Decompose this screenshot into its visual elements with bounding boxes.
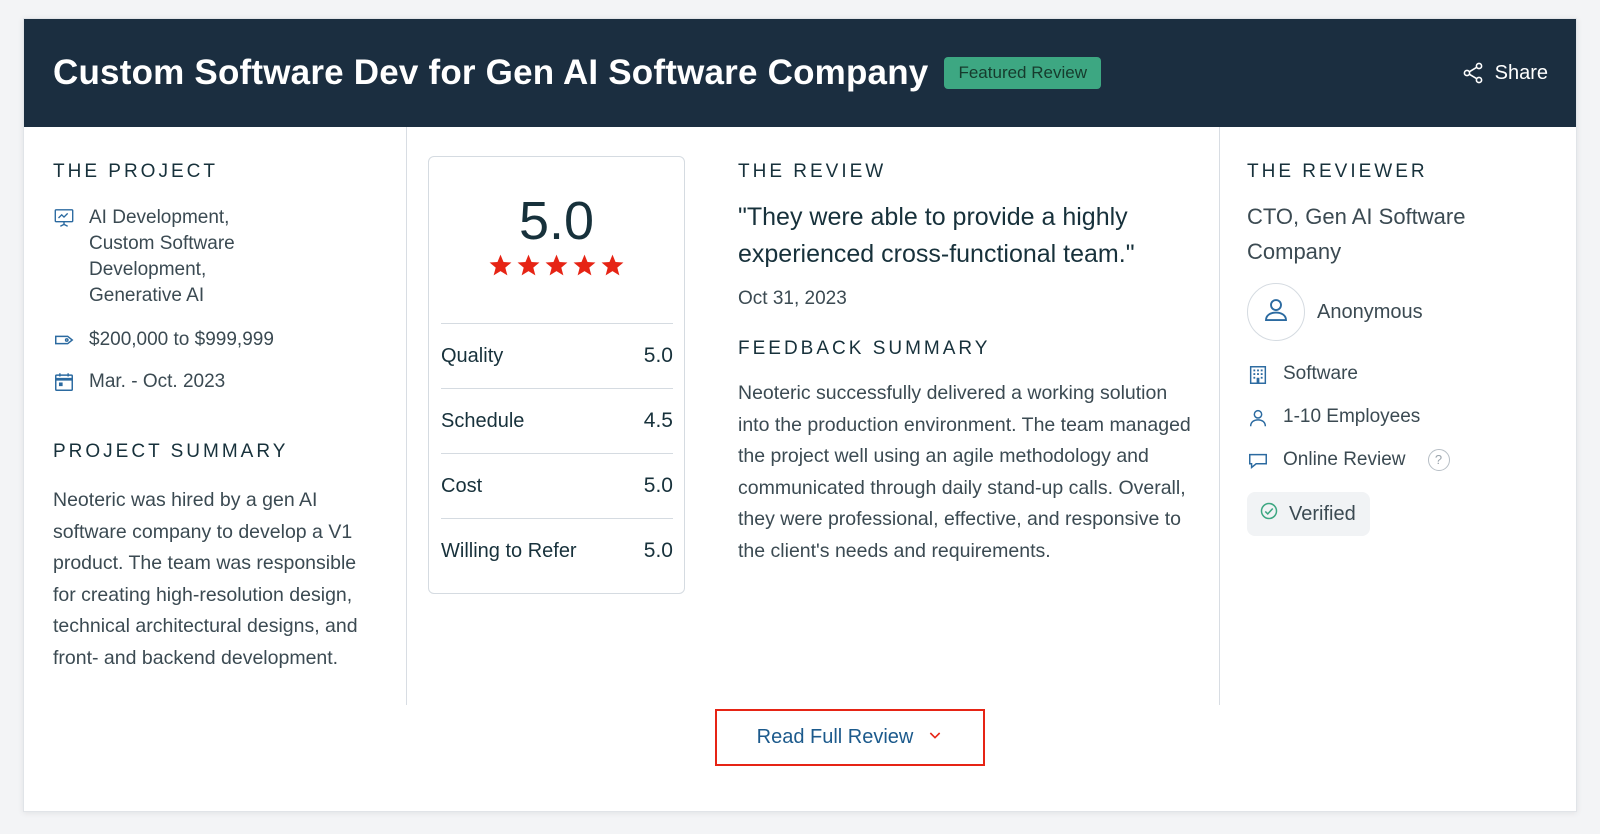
price-tag-icon [53,327,77,351]
building-icon [1247,362,1271,386]
rating-label: Willing to Refer [441,539,577,562]
reviewer-name: Anonymous [1317,300,1423,323]
review-type-value: Online Review [1283,449,1406,470]
share-label: Share [1494,61,1548,84]
user-icon [1261,295,1291,330]
service-line: AI Development, [89,207,230,228]
dates-value: Mar. - Oct. 2023 [89,371,226,392]
share-button[interactable]: Share [1461,61,1548,85]
share-icon [1461,61,1485,85]
star-icon [600,253,625,278]
review-column: 5.0 Quality 5.0 Schedule 4.5 Cost 5.0 Wi… [407,127,1219,705]
check-circle-icon [1259,501,1279,527]
feedback-summary-text: Neoteric successfully delivered a workin… [738,382,1191,562]
rating-label: Cost [441,474,483,497]
rating-breakdown: Quality 5.0 Schedule 4.5 Cost 5.0 Willin… [441,323,673,583]
budget-value: $200,000 to $999,999 [89,329,274,350]
star-rating [429,253,684,278]
reviewer-title: CTO, Gen AI Software Company [1247,204,1466,264]
project-section-label: THE PROJECT [53,161,218,182]
project-dates: Mar. - Oct. 2023 [53,369,406,395]
project-services: AI Development, Custom Software Developm… [53,205,406,309]
verified-label: Verified [1289,502,1356,525]
rating-row-willing-to-refer: Willing to Refer 5.0 [441,518,673,583]
reviewer-meta: Software 1-10 Employees Online Review ? [1247,361,1576,473]
service-line: Generative AI [89,285,205,306]
review-header: Custom Software Dev for Gen AI Software … [24,19,1576,127]
rating-value: 4.5 [643,409,673,432]
rating-value: 5.0 [643,539,673,562]
avatar [1247,283,1305,341]
read-full-review-button[interactable]: Read Full Review [715,709,985,766]
rating-row-cost: Cost 5.0 [441,453,673,518]
review-section-label: THE REVIEW [738,161,887,182]
project-summary-text: Neoteric was hired by a gen AI software … [53,489,358,669]
reviewer-company-size: 1-10 Employees [1247,404,1576,430]
rating-row-quality: Quality 5.0 [441,323,673,388]
rating-label: Schedule [441,409,525,432]
reviewer-review-type: Online Review ? [1247,447,1576,473]
verified-badge: Verified [1247,492,1370,536]
rating-box: 5.0 Quality 5.0 Schedule 4.5 Cost 5.0 Wi… [428,156,685,594]
services-list: AI Development, Custom Software Developm… [89,205,235,309]
service-line: Development, [89,259,207,280]
rating-value: 5.0 [643,474,673,497]
review-quote: "They were able to provide a highly expe… [738,203,1135,268]
reviewer-column: THE REVIEWER CTO, Gen AI Software Compan… [1219,127,1576,705]
person-icon [1247,405,1271,429]
project-column: THE PROJECT AI Development, Custom Softw… [24,127,407,705]
read-full-review-label: Read Full Review [756,726,914,748]
rating-row-schedule: Schedule 4.5 [441,388,673,453]
rating-label: Quality [441,344,504,367]
company-size-value: 1-10 Employees [1283,406,1421,427]
review-title: Custom Software Dev for Gen AI Software … [53,53,929,92]
star-icon [488,253,513,278]
help-icon[interactable]: ? [1427,449,1450,471]
rating-value: 5.0 [643,344,673,367]
review-card: Custom Software Dev for Gen AI Software … [23,18,1577,812]
project-summary-label: PROJECT SUMMARY [53,441,289,462]
reviewer-identity: Anonymous [1247,283,1576,341]
star-icon [516,253,541,278]
calendar-icon [53,369,77,393]
overall-rating: 5.0 [518,191,595,251]
review-date: Oct 31, 2023 [738,288,847,309]
project-budget: $200,000 to $999,999 [53,327,406,353]
star-icon [544,253,569,278]
presentation-icon [53,205,77,229]
star-icon [572,253,597,278]
speech-bubble-icon [1247,448,1271,472]
feedback-summary-label: FEEDBACK SUMMARY [738,338,991,359]
featured-review-badge: Featured Review [944,57,1101,89]
chevron-down-icon [927,726,943,749]
reviewer-industry: Software [1247,361,1576,387]
reviewer-section-label: THE REVIEWER [1247,161,1428,182]
review-body: THE REVIEW "They were able to provide a … [738,161,1198,568]
industry-value: Software [1283,363,1358,384]
service-line: Custom Software [89,233,235,254]
